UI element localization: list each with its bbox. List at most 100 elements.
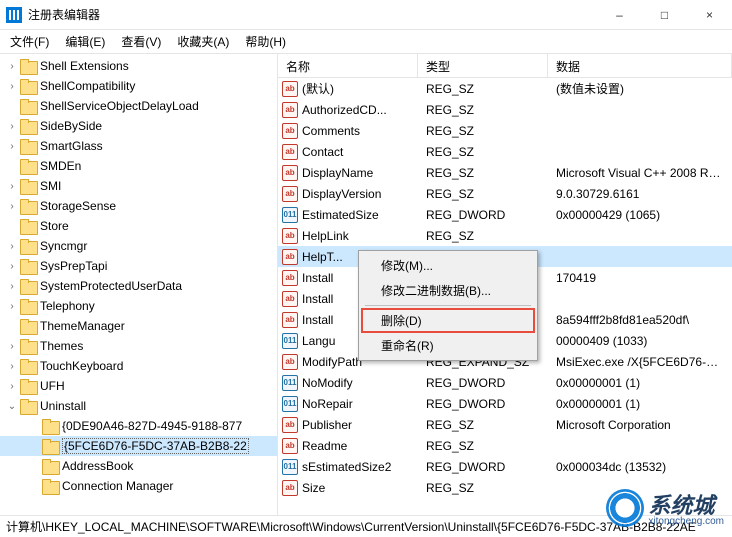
tree-node[interactable]: ThemeManager [0,316,277,336]
list-row[interactable]: 011sEstimatedSize2REG_DWORD0x000034dc (1… [278,456,732,477]
expander-icon[interactable] [28,480,40,492]
expander-icon[interactable]: ⌄ [6,400,18,412]
folder-icon [20,359,36,373]
tree-node[interactable]: ›Syncmgr [0,236,277,256]
ctx-modify-binary[interactable]: 修改二进制数据(B)... [361,278,535,303]
tree-node[interactable]: {5FCE6D76-F5DC-37AB-B2B8-22 [0,436,277,456]
expander-icon[interactable] [6,320,18,332]
dword-icon: 011 [282,207,298,223]
tree-node[interactable]: › SMI [0,176,277,196]
ctx-modify[interactable]: 修改(M)... [361,253,535,278]
cell-type: REG_DWORD [418,376,548,390]
tree-node[interactable]: › SmartGlass [0,136,277,156]
expander-icon[interactable] [28,420,40,432]
list-row[interactable]: abReadmeREG_SZ [278,435,732,456]
list-row[interactable]: ab(默认)REG_SZ(数值未设置) [278,78,732,99]
tree-node[interactable]: ›ShellCompatibility [0,76,277,96]
tree-label: Uninstall [40,399,86,413]
tree-label: {0DE90A46-827D-4945-9188-877 [62,419,242,433]
expander-icon[interactable]: › [6,60,18,72]
tree-label: SMI [40,179,61,193]
expander-icon[interactable]: › [6,180,18,192]
cell-type: REG_SZ [418,103,548,117]
cell-data: (数值未设置) [548,80,732,97]
list-row[interactable]: abAuthorizedCD...REG_SZ [278,99,732,120]
col-header-type[interactable]: 类型 [418,54,548,77]
list-row[interactable]: 011NoRepairREG_DWORD0x00000001 (1) [278,393,732,414]
tree-node[interactable]: ›SysPrepTapi [0,256,277,276]
folder-icon [20,119,36,133]
expander-icon[interactable]: › [6,120,18,132]
string-icon: ab [282,291,298,307]
close-button[interactable]: × [687,0,732,30]
tree-node[interactable]: ShellServiceObjectDelayLoad [0,96,277,116]
tree-pane[interactable]: ›Shell Extensions›ShellCompatibilityShel… [0,54,278,515]
cell-data: MsiExec.exe /X{5FCE6D76-F5DC- [548,355,732,369]
tree-node[interactable]: ›TouchKeyboard [0,356,277,376]
expander-icon[interactable] [6,100,18,112]
tree-node[interactable]: Connection Manager [0,476,277,496]
list-row[interactable]: 011NoModifyREG_DWORD0x00000001 (1) [278,372,732,393]
expander-icon[interactable] [28,460,40,472]
minimize-button[interactable]: – [597,0,642,30]
expander-icon[interactable] [6,220,18,232]
list-row[interactable]: 011EstimatedSizeREG_DWORD0x00000429 (106… [278,204,732,225]
tree-node[interactable]: ›SystemProtectedUserData [0,276,277,296]
cell-type: REG_DWORD [418,208,548,222]
expander-icon[interactable]: › [6,200,18,212]
folder-icon [20,339,36,353]
tree-node[interactable]: ›Shell Extensions [0,56,277,76]
expander-icon[interactable]: › [6,340,18,352]
col-header-data[interactable]: 数据 [548,54,732,77]
list-row[interactable]: abDisplayVersionREG_SZ9.0.30729.6161 [278,183,732,204]
expander-icon[interactable] [28,440,40,452]
menu-help[interactable]: 帮助(H) [239,31,292,52]
list-row[interactable]: abContactREG_SZ [278,141,732,162]
tree-node[interactable]: {0DE90A46-827D-4945-9188-877 [0,416,277,436]
expander-icon[interactable]: › [6,240,18,252]
string-icon: ab [282,312,298,328]
expander-icon[interactable]: › [6,360,18,372]
list-row[interactable]: abCommentsREG_SZ [278,120,732,141]
cell-type: REG_DWORD [418,397,548,411]
cell-name: abDisplayName [278,165,418,181]
tree-node[interactable]: ⌄ Uninstall [0,396,277,416]
string-icon: ab [282,102,298,118]
ctx-delete[interactable]: 删除(D) [361,308,535,333]
dword-icon: 011 [282,396,298,412]
tree-node[interactable]: ›StorageSense [0,196,277,216]
expander-icon[interactable]: › [6,140,18,152]
tree-label: SmartGlass [40,139,103,153]
tree-node[interactable]: ›Telephony [0,296,277,316]
titlebar: 注册表编辑器 – □ × [0,0,732,30]
menu-edit[interactable]: 编辑(E) [59,31,111,52]
context-menu: 修改(M)... 修改二进制数据(B)... 删除(D) 重命名(R) [358,250,538,361]
expander-icon[interactable]: › [6,260,18,272]
cell-data: 0x00000429 (1065) [548,208,732,222]
expander-icon[interactable]: › [6,380,18,392]
ctx-rename[interactable]: 重命名(R) [361,333,535,358]
list-row[interactable]: abSizeREG_SZ [278,477,732,498]
tree-node[interactable]: AddressBook [0,456,277,476]
folder-icon [42,419,58,433]
maximize-button[interactable]: □ [642,0,687,30]
list-row[interactable]: abPublisherREG_SZMicrosoft Corporation [278,414,732,435]
tree-node[interactable]: Store [0,216,277,236]
menu-file[interactable]: 文件(F) [4,31,55,52]
cell-name: abContact [278,144,418,160]
list-row[interactable]: abDisplayNameREG_SZMicrosoft Visual C++ … [278,162,732,183]
tree-node[interactable]: ›UFH [0,376,277,396]
folder-icon [20,219,36,233]
expander-icon[interactable]: › [6,300,18,312]
list-row[interactable]: abHelpLinkREG_SZ [278,225,732,246]
expander-icon[interactable]: › [6,80,18,92]
expander-icon[interactable] [6,160,18,172]
expander-icon[interactable]: › [6,280,18,292]
menu-favorites[interactable]: 收藏夹(A) [171,31,235,52]
cell-data: 0x00000001 (1) [548,397,732,411]
tree-node[interactable]: ›SideBySide [0,116,277,136]
menu-view[interactable]: 查看(V) [115,31,167,52]
tree-node[interactable]: SMDEn [0,156,277,176]
tree-node[interactable]: ›Themes [0,336,277,356]
col-header-name[interactable]: 名称 [278,54,418,77]
